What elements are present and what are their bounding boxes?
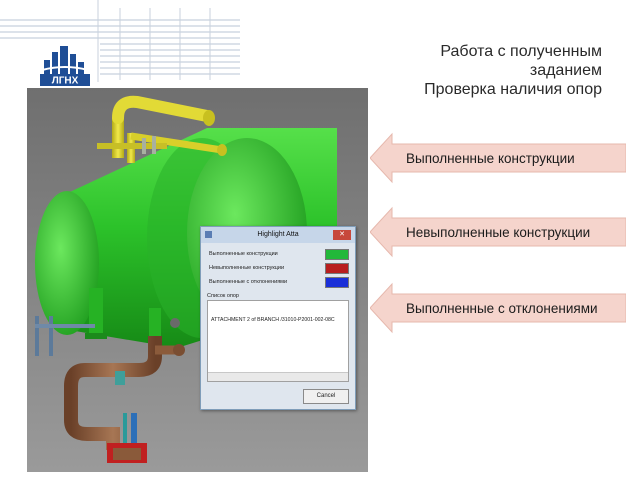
legend-label-completed: Выполненные конструкции — [209, 251, 278, 257]
color-swatch-green[interactable] — [325, 249, 349, 260]
arrow-callout-not-completed: Невыполненные конструкции — [370, 206, 626, 258]
cancel-button[interactable]: Cancel — [303, 389, 349, 404]
dialog-title: Highlight Atta — [257, 231, 299, 238]
arrow-callout-deviations: Выполненные с отклонениями — [370, 282, 626, 334]
arrow-label-completed: Выполненные конструкции — [406, 150, 575, 166]
title-line-1: Работа с полученным — [440, 43, 602, 60]
color-swatch-red[interactable] — [325, 263, 349, 274]
arrow-label-not-completed: Невыполненные конструкции — [406, 224, 591, 240]
color-swatch-blue[interactable] — [325, 277, 349, 288]
legend-label-deviations: Выполненные с отклонениями — [209, 279, 288, 285]
dialog-titlebar[interactable]: Highlight Atta ✕ — [201, 227, 355, 243]
arrow-label-deviations: Выполненные с отклонениями — [406, 300, 598, 316]
slide-title: Работа с полученным заданием Проверка на… — [342, 42, 602, 99]
legend-row-not-completed: Невыполненные конструкции — [209, 263, 349, 274]
highlight-dialog: Highlight Atta ✕ Выполненные конструкции… — [200, 226, 356, 410]
company-logo: ЛГНХ — [40, 42, 90, 86]
legend-label-not-completed: Невыполненные конструкции — [209, 265, 285, 271]
close-icon[interactable]: ✕ — [333, 230, 351, 240]
legend-row-completed: Выполненные конструкции — [209, 249, 349, 260]
title-line-2: заданием — [529, 62, 602, 79]
legend-row-deviations: Выполненные с отклонениями — [209, 277, 349, 288]
support-list-label: Список опор — [207, 293, 239, 299]
title-line-3: Проверка наличия опор — [424, 81, 602, 98]
app-icon — [205, 231, 212, 238]
support-list[interactable]: ATTACHMENT 2 of BRANCH /31010-P2001-002-… — [207, 300, 349, 382]
logo-text: ЛГНХ — [52, 76, 79, 87]
arrow-callout-completed: Выполненные конструкции — [370, 132, 626, 184]
list-item[interactable]: ATTACHMENT 2 of BRANCH /31010-P2001-002-… — [211, 317, 335, 323]
horizontal-scrollbar[interactable] — [208, 372, 348, 381]
